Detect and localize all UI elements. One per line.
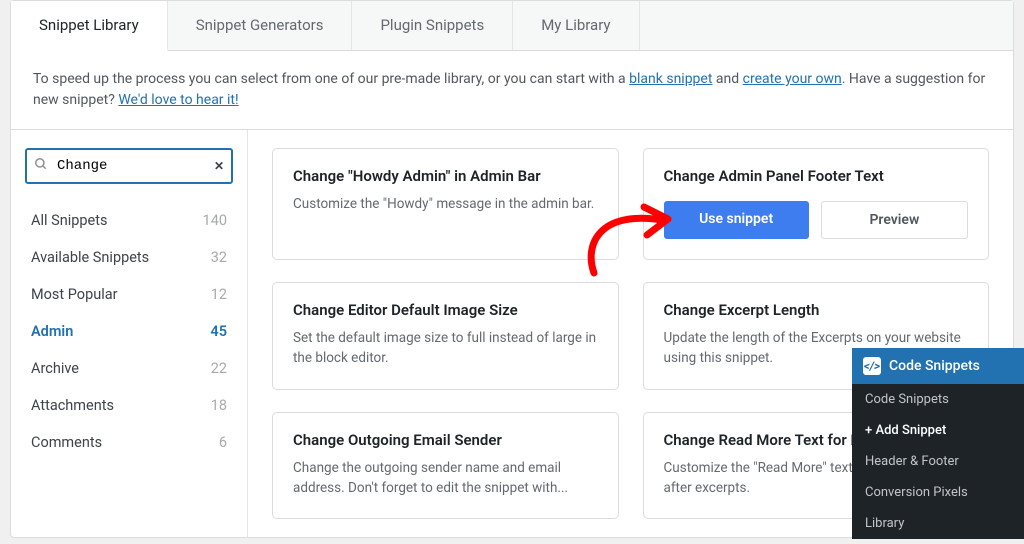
intro-text: To speed up the process you can select f… [11,51,1013,129]
category-label: Archive [31,360,79,377]
snippet-card[interactable]: Change Outgoing Email Sender Change the … [272,412,619,520]
category-count: 12 [211,286,227,303]
flyout-item-code-snippets[interactable]: Code Snippets [852,384,1024,415]
search-input[interactable] [25,148,233,184]
flyout-item-conversion-pixels[interactable]: Conversion Pixels [852,477,1024,508]
category-count: 22 [211,360,227,377]
search-wrap: ✕ [25,148,233,184]
category-label: All Snippets [31,212,107,229]
flyout-header[interactable]: </> Code Snippets [852,348,1024,384]
category-comments[interactable]: Comments 6 [25,424,233,461]
category-label: Available Snippets [31,249,149,266]
category-list: All Snippets 140 Available Snippets 32 Mos… [25,202,233,461]
category-count: 140 [203,212,227,229]
category-count: 6 [219,434,227,451]
snippet-card[interactable]: Change "Howdy Admin" in Admin Bar Custom… [272,148,619,260]
snippet-title: Change Admin Panel Footer Text [664,167,969,185]
category-count: 45 [210,323,227,340]
use-snippet-button[interactable]: Use snippet [664,201,809,239]
snippet-desc: Set the default image size to full inste… [293,328,598,369]
snippet-title: Change Editor Default Image Size [293,301,598,319]
feedback-link[interactable]: We'd love to hear it! [118,92,238,108]
tab-my-library[interactable]: My Library [513,1,639,50]
sidebar: ✕ All Snippets 140 Available Snippets 32 M… [11,130,248,537]
blank-snippet-link[interactable]: blank snippet [629,71,712,87]
category-count: 32 [211,249,227,266]
category-count: 18 [211,397,227,414]
snippet-card[interactable]: Change Editor Default Image Size Set the… [272,282,619,390]
category-attachments[interactable]: Attachments 18 [25,387,233,424]
flyout-item-library[interactable]: Library [852,508,1024,539]
tab-plugin-snippets[interactable]: Plugin Snippets [352,1,513,50]
category-label: Attachments [31,397,114,414]
intro-text-pt1: To speed up the process you can select f… [33,71,629,87]
tabs-bar: Snippet Library Snippet Generators Plugi… [11,1,1013,51]
flyout-item-add-snippet[interactable]: + Add Snippet [852,415,1024,446]
category-archive[interactable]: Archive 22 [25,350,233,387]
category-label: Most Popular [31,286,118,303]
tab-snippet-library[interactable]: Snippet Library [11,1,168,51]
snippet-actions: Use snippet Preview [664,201,969,239]
category-label: Comments [31,434,102,451]
intro-text-pt2: and [712,71,742,87]
snippet-desc: Customize the "Howdy" message in the adm… [293,194,598,214]
create-your-own-link[interactable]: create your own [743,71,842,87]
snippet-title: Change Excerpt Length [664,301,969,319]
category-most-popular[interactable]: Most Popular 12 [25,276,233,313]
snippet-card[interactable]: Change Admin Panel Footer Text Use snipp… [643,148,990,260]
preview-button[interactable]: Preview [821,201,968,239]
clear-search-icon[interactable]: ✕ [214,159,224,173]
tab-snippet-generators[interactable]: Snippet Generators [168,1,353,50]
search-icon [34,157,48,175]
flyout-item-header-footer[interactable]: Header & Footer [852,446,1024,477]
category-admin[interactable]: Admin 45 [25,313,233,350]
snippet-title: Change "Howdy Admin" in Admin Bar [293,167,598,185]
snippet-desc: Change the outgoing sender name and emai… [293,458,598,499]
admin-flyout-menu: </> Code Snippets Code Snippets + Add Sn… [852,348,1024,539]
category-label: Admin [31,323,73,340]
snippet-title: Change Outgoing Email Sender [293,431,598,449]
category-all-snippets[interactable]: All Snippets 140 [25,202,233,239]
category-available-snippets[interactable]: Available Snippets 32 [25,239,233,276]
flyout-title: Code Snippets [889,358,980,374]
code-snippets-logo-icon: </> [863,357,881,375]
